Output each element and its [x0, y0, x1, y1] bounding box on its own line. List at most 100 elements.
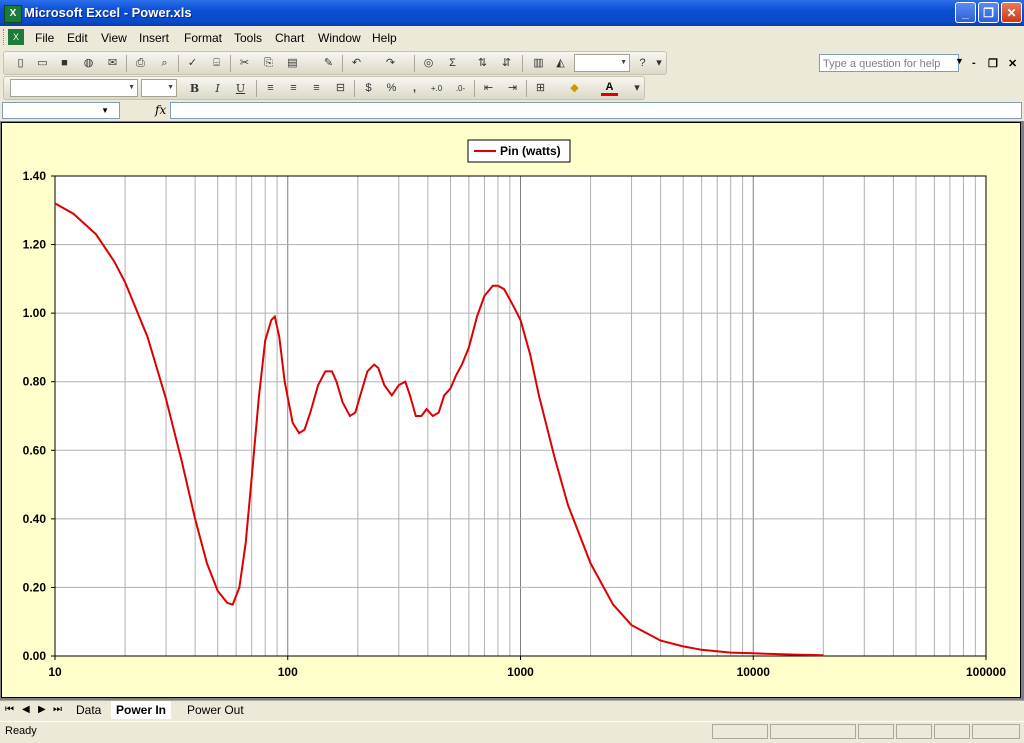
sort-ascending-icon[interactable]: ⇅	[474, 55, 491, 72]
align-left-icon[interactable]: ≡	[262, 80, 279, 97]
font-color-button[interactable]: A	[601, 80, 618, 96]
status-bar: Ready	[0, 721, 1024, 743]
open-icon[interactable]: ▭	[34, 55, 51, 72]
status-panel	[858, 724, 894, 739]
format-painter-icon[interactable]: ✎	[320, 55, 337, 72]
comma-button[interactable]: ,	[406, 80, 423, 97]
doc-minimize-button[interactable]: -	[972, 57, 976, 69]
status-panel	[934, 724, 970, 739]
size-dropdown-icon[interactable]: ▼	[167, 84, 174, 91]
minimize-button[interactable]: _	[955, 2, 976, 23]
doc-close-button[interactable]: ✕	[1008, 57, 1017, 70]
email-icon[interactable]: ✉	[104, 55, 121, 72]
prev-sheet-icon[interactable]: ◀	[22, 704, 30, 715]
drawing-icon[interactable]: ◭	[552, 55, 569, 72]
sheet-tab-power-out[interactable]: Power Out	[182, 701, 249, 719]
status-text: Ready	[5, 725, 37, 737]
zoom-combo[interactable]: ▼	[574, 54, 630, 72]
toolbar-options-icon[interactable]: ▾	[632, 80, 642, 97]
toolbar-separator	[354, 80, 355, 97]
sheet-tab-data[interactable]: Data	[71, 701, 106, 719]
research-icon[interactable]: ⌸	[208, 55, 225, 72]
autosum-icon[interactable]: Σ	[444, 55, 461, 72]
spelling-icon[interactable]: ✓	[184, 55, 201, 72]
increase-indent-icon[interactable]: ⇥	[504, 80, 521, 97]
font-name-combo[interactable]: ▼	[10, 79, 138, 97]
hyperlink-icon[interactable]: ◎	[420, 55, 437, 72]
toolbar-separator	[126, 55, 127, 72]
italic-button[interactable]: I	[209, 80, 226, 97]
formatting-toolbar: ▼ ▼ B I U ≡ ≡ ≡ ⊟ $ % , +.0 .0- ⇤ ⇥ ⊞ ◆ …	[3, 76, 645, 100]
formula-input[interactable]	[170, 102, 1022, 119]
last-sheet-icon[interactable]: ⏭	[53, 704, 62, 715]
chart-svg[interactable]: 0.00 0.20 0.40 0.60 0.80 1.00 1.20 1.40 10 100 100…	[2, 123, 1020, 697]
chart-area[interactable]: 0.00 0.20 0.40 0.60 0.80 1.00 1.20 1.40 10 100 100…	[1, 122, 1021, 698]
first-sheet-icon[interactable]: ⏮	[5, 704, 14, 715]
menu-format[interactable]: Format	[184, 31, 222, 45]
menu-help[interactable]: Help	[372, 31, 397, 45]
merge-center-icon[interactable]: ⊟	[332, 80, 349, 97]
copy-icon[interactable]: ⎘	[260, 55, 277, 72]
name-box[interactable]: ▼	[2, 102, 120, 119]
paste-icon[interactable]: ▤	[284, 55, 301, 72]
excel-app-icon[interactable]: X	[4, 5, 22, 23]
align-right-icon[interactable]: ≡	[308, 80, 325, 97]
underline-button[interactable]: U	[232, 80, 249, 97]
fill-color-icon[interactable]: ◆	[566, 80, 583, 97]
chart-wizard-icon[interactable]: ▥	[530, 55, 547, 72]
permission-icon[interactable]: ◍	[80, 55, 97, 72]
toolbar-options-icon[interactable]: ▾	[654, 55, 664, 72]
menu-tools[interactable]: Tools	[234, 31, 262, 45]
menu-bar: X File Edit View Insert Format Tools Cha…	[0, 26, 1024, 72]
sort-descending-icon[interactable]: ⇵	[498, 55, 515, 72]
status-panel	[896, 724, 932, 739]
legend-label: Pin (watts)	[500, 144, 561, 158]
percent-button[interactable]: %	[383, 80, 400, 97]
sheet-tab-power-in[interactable]: Power In	[111, 701, 172, 719]
print-icon[interactable]: ⎙	[132, 55, 149, 72]
legend[interactable]: Pin (watts)	[467, 139, 571, 163]
menu-insert[interactable]: Insert	[139, 31, 169, 45]
x-tick-label: 100000	[966, 665, 1006, 679]
name-box-dropdown-icon[interactable]: ▼	[101, 106, 109, 115]
insert-function-button[interactable]: fx	[155, 103, 166, 117]
toolbar-separator	[230, 55, 231, 72]
save-icon[interactable]: ■	[56, 55, 73, 72]
font-dropdown-icon[interactable]: ▼	[128, 84, 135, 91]
decrease-indent-icon[interactable]: ⇤	[480, 80, 497, 97]
y-tick-label: 0.60	[23, 443, 47, 457]
close-button[interactable]: ✕	[1001, 2, 1022, 23]
zoom-dropdown-icon[interactable]: ▼	[620, 59, 627, 66]
y-tick-label: 1.00	[23, 306, 47, 320]
help-icon[interactable]: ?	[634, 55, 651, 72]
document-icon[interactable]: X	[8, 29, 24, 45]
toolbar-separator	[414, 55, 415, 72]
font-size-combo[interactable]: ▼	[141, 79, 177, 97]
toolbar-separator	[256, 80, 257, 97]
bold-button[interactable]: B	[186, 80, 203, 97]
decrease-decimal-icon[interactable]: .0-	[452, 80, 469, 97]
menu-edit[interactable]: Edit	[67, 31, 88, 45]
menu-window[interactable]: Window	[318, 31, 361, 45]
undo-icon[interactable]: ↶	[348, 55, 365, 72]
cut-icon[interactable]: ✂	[236, 55, 253, 72]
doc-restore-button[interactable]: ❐	[988, 57, 998, 70]
print-preview-icon[interactable]: ⌕	[156, 55, 173, 72]
toolbar-separator	[474, 80, 475, 97]
align-center-icon[interactable]: ≡	[285, 80, 302, 97]
y-tick-label: 0.80	[23, 375, 47, 389]
increase-decimal-icon[interactable]: +.0	[428, 80, 445, 97]
y-tick-label: 0.20	[23, 580, 47, 594]
help-dropdown-icon[interactable]: ▼	[955, 56, 964, 66]
currency-button[interactable]: $	[360, 80, 377, 97]
x-tick-label: 10	[48, 665, 62, 679]
next-sheet-icon[interactable]: ▶	[38, 704, 46, 715]
menu-view[interactable]: View	[101, 31, 127, 45]
help-search-input[interactable]: Type a question for help	[819, 54, 959, 72]
menu-file[interactable]: File	[35, 31, 54, 45]
restore-button[interactable]: ❐	[978, 2, 999, 23]
new-icon[interactable]: ▯	[12, 55, 29, 72]
menu-chart[interactable]: Chart	[275, 31, 304, 45]
borders-icon[interactable]: ⊞	[532, 80, 549, 97]
redo-icon[interactable]: ↷	[382, 55, 399, 72]
